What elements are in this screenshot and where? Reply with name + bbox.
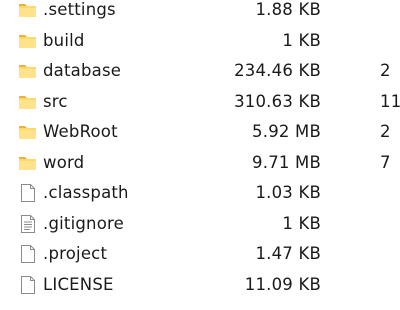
file-icon (18, 183, 38, 203)
file-name: word (43, 152, 85, 172)
file-size: 1 KB (282, 30, 321, 50)
file-name: WebRoot (43, 122, 118, 141)
file-row-database[interactable]: database 234.46 KB 2 (0, 56, 400, 87)
file-size: 1.47 KB (255, 244, 321, 263)
file-row-settings[interactable]: .settings 1.88 KB (0, 0, 400, 26)
file-size: 234.46 KB (234, 61, 321, 80)
file-name: database (43, 61, 122, 80)
file-row-build[interactable]: build 1 KB (0, 26, 400, 57)
file-name: LICENSE (43, 274, 114, 294)
file-size: 1.03 KB (255, 183, 321, 202)
file-row-word[interactable]: word 9.71 MB 7 (0, 148, 400, 179)
file-column-extra: 2 (380, 61, 391, 80)
file-row-project[interactable]: .project 1.47 KB (0, 239, 400, 270)
file-row-src[interactable]: src 310.63 KB 11 (0, 87, 400, 118)
file-size: 5.92 MB (252, 122, 321, 141)
folder-icon (18, 31, 38, 51)
file-size: 1 KB (282, 213, 321, 233)
folder-icon (18, 0, 38, 20)
file-name: build (43, 30, 85, 50)
folder-icon (18, 92, 38, 112)
file-name: src (43, 91, 68, 111)
file-row-gitignore[interactable]: .gitignore 1 KB (0, 209, 400, 240)
folder-icon (18, 153, 38, 173)
file-name: .classpath (43, 183, 129, 202)
folder-icon (18, 61, 38, 81)
folder-icon (18, 122, 38, 142)
file-size: 11.09 KB (244, 274, 321, 294)
file-size: 1.88 KB (255, 0, 321, 19)
file-column-extra: 11 (380, 91, 400, 111)
file-column-extra: 2 (380, 122, 391, 141)
file-size: 9.71 MB (252, 152, 321, 172)
file-name: .settings (43, 0, 116, 19)
file-column-extra: 7 (380, 152, 391, 172)
file-icon (18, 275, 38, 295)
file-row-license[interactable]: LICENSE 11.09 KB (0, 270, 400, 301)
file-icon (18, 244, 38, 264)
file-size: 310.63 KB (234, 91, 321, 111)
file-row-webroot[interactable]: WebRoot 5.92 MB 2 (0, 117, 400, 148)
file-name: .gitignore (43, 213, 124, 233)
file-list: .settings 1.88 KB build 1 KB database 23… (0, 0, 400, 300)
text-file-icon (18, 214, 38, 234)
file-row-classpath[interactable]: .classpath 1.03 KB (0, 178, 400, 209)
file-name: .project (43, 244, 108, 263)
